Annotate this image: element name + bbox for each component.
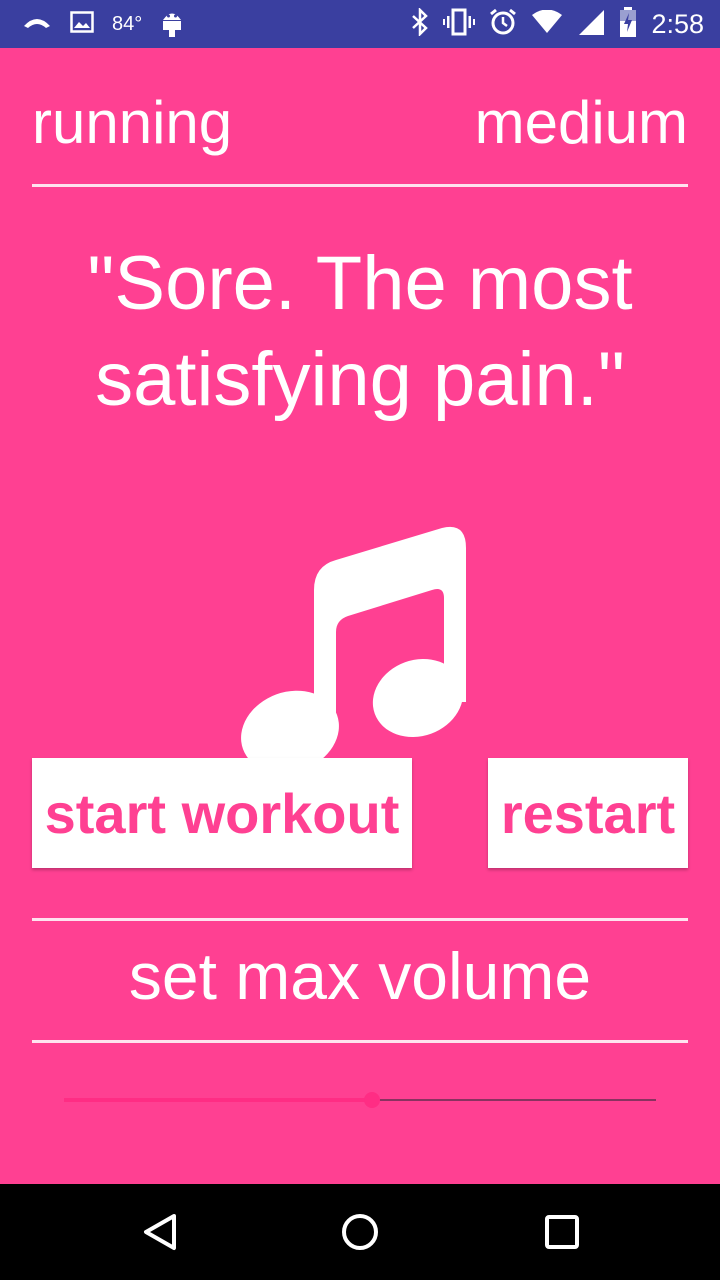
call-icon bbox=[22, 14, 52, 35]
vibrate-icon bbox=[443, 8, 476, 41]
battery-icon bbox=[619, 6, 637, 42]
volume-top-divider bbox=[32, 918, 688, 921]
volume-bottom-divider bbox=[32, 1040, 688, 1043]
music-note-icon bbox=[238, 520, 470, 774]
slider-fill bbox=[64, 1098, 372, 1102]
bluetooth-icon bbox=[411, 6, 429, 41]
home-icon[interactable] bbox=[340, 1212, 380, 1257]
image-icon bbox=[70, 10, 94, 38]
volume-slider[interactable] bbox=[64, 1086, 656, 1114]
signal-icon bbox=[577, 8, 605, 41]
alarm-icon bbox=[489, 8, 517, 41]
clock-text: 2:58 bbox=[651, 8, 704, 39]
header-divider bbox=[32, 184, 688, 187]
wifi-icon bbox=[531, 9, 563, 39]
recents-icon[interactable] bbox=[542, 1212, 582, 1257]
activity-label: running bbox=[32, 89, 233, 156]
restart-button[interactable]: restart bbox=[488, 758, 688, 868]
motivational-quote: "Sore. The most satisfying pain." bbox=[87, 241, 633, 422]
android-icon bbox=[160, 7, 184, 42]
start-workout-button[interactable]: start workout bbox=[32, 758, 412, 868]
intensity-label: medium bbox=[474, 89, 688, 156]
volume-label: set max volume bbox=[128, 939, 592, 1013]
navigation-bar bbox=[0, 1184, 720, 1280]
slider-thumb[interactable] bbox=[363, 1092, 380, 1108]
status-bar: 84° 2:58 bbox=[0, 0, 720, 48]
temperature-text: 84° bbox=[112, 12, 143, 35]
back-icon[interactable] bbox=[140, 1212, 180, 1257]
